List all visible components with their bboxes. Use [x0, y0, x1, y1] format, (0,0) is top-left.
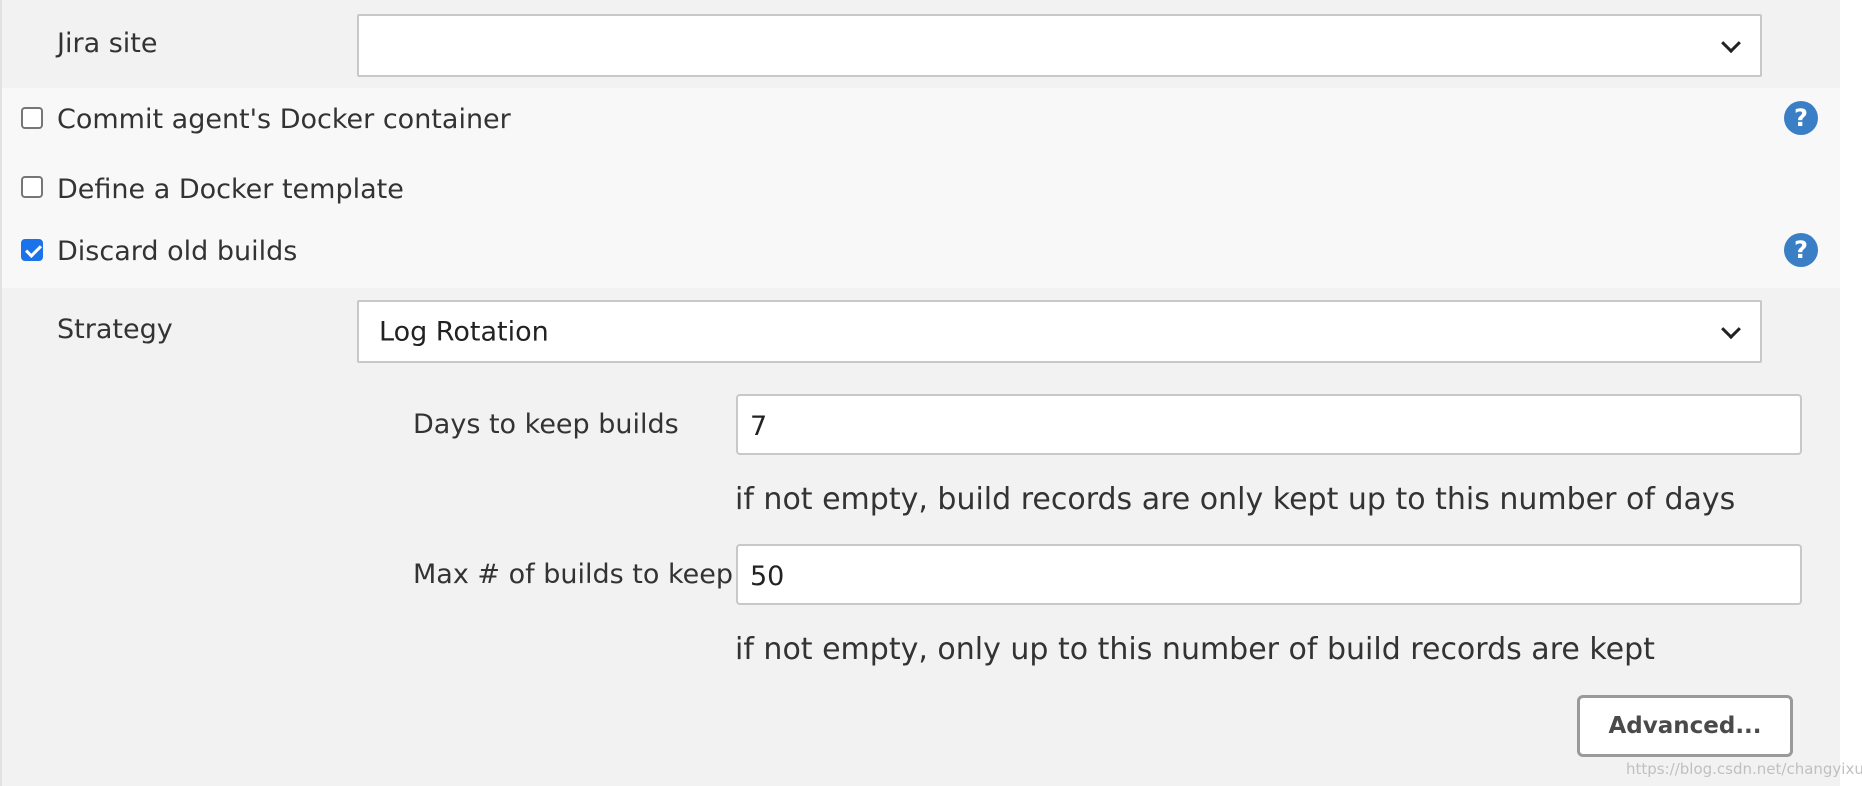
docker-template-checkbox[interactable] — [21, 176, 43, 198]
chevron-down-icon — [1721, 318, 1741, 339]
chevron-down-icon — [1721, 32, 1741, 53]
commit-agent-checkbox[interactable] — [21, 107, 43, 129]
max-builds-label: Max # of builds to keep — [413, 559, 733, 590]
max-builds-hint: if not empty, only up to this number of … — [735, 632, 1655, 667]
strategy-select[interactable]: Log Rotation — [357, 300, 1762, 363]
max-builds-value: 50 — [750, 560, 785, 592]
discard-builds-checkbox[interactable] — [21, 239, 43, 261]
discard-builds-label[interactable]: Discard old builds — [57, 236, 297, 267]
watermark: https://blog.csdn.net/changyixue — [1626, 760, 1862, 778]
strategy-value: Log Rotation — [379, 316, 549, 347]
left-border — [0, 0, 2, 786]
advanced-button-label: Advanced... — [1608, 713, 1762, 739]
commit-agent-label[interactable]: Commit agent's Docker container — [57, 104, 511, 135]
jira-site-label: Jira site — [57, 28, 158, 59]
days-to-keep-value: 7 — [750, 410, 768, 442]
days-to-keep-label: Days to keep builds — [413, 409, 679, 440]
help-icon[interactable]: ? — [1784, 101, 1818, 135]
jira-site-select[interactable] — [357, 14, 1762, 77]
strategy-label: Strategy — [57, 314, 173, 345]
max-builds-input[interactable]: 50 — [736, 544, 1802, 605]
help-icon[interactable]: ? — [1784, 233, 1818, 267]
days-to-keep-hint: if not empty, build records are only kep… — [735, 482, 1736, 517]
days-to-keep-input[interactable]: 7 — [736, 394, 1802, 455]
docker-template-label[interactable]: Define a Docker template — [57, 174, 404, 205]
advanced-button[interactable]: Advanced... — [1577, 695, 1793, 757]
